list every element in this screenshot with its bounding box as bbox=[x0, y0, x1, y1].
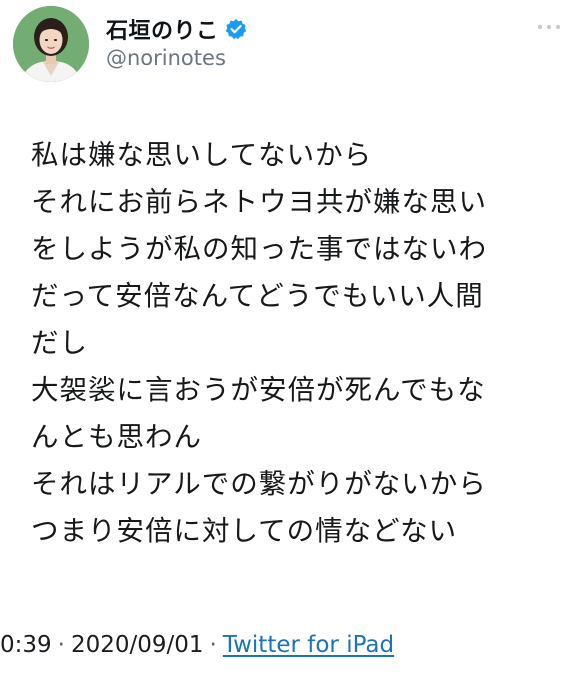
user-name-row[interactable]: 石垣のりこ bbox=[106, 14, 247, 44]
tweet-metadata: 0:39 · 2020/09/01 · Twitter for iPad bbox=[0, 632, 394, 658]
more-options-icon[interactable] bbox=[538, 22, 560, 32]
meta-separator: · bbox=[57, 632, 65, 658]
user-handle[interactable]: @norinotes bbox=[106, 46, 226, 70]
tweet-text: 私は嫌な思いしてないから それにお前らネトウヨ共が嫌な思い をしようが私の知った… bbox=[31, 132, 571, 555]
profile-photo bbox=[13, 6, 89, 82]
tweet-time[interactable]: 0:39 bbox=[0, 632, 52, 658]
tweet-text-line: だって安倍なんてどうでもいい人間 bbox=[31, 280, 484, 312]
more-dot bbox=[556, 25, 560, 29]
verified-badge-icon bbox=[225, 18, 247, 40]
more-dot bbox=[538, 25, 542, 29]
tweet-text-line: をしようが私の知った事ではないわ bbox=[31, 233, 487, 265]
tweet-text-line: んとも思わん bbox=[31, 421, 202, 453]
avatar[interactable] bbox=[13, 6, 89, 82]
tweet-text-line: それはリアルでの繋がりがないから bbox=[31, 468, 487, 500]
meta-separator: · bbox=[209, 632, 217, 658]
tweet-source-link[interactable]: Twitter for iPad bbox=[223, 632, 394, 658]
tweet-text-line: それにお前らネトウヨ共が嫌な思い bbox=[31, 186, 487, 218]
tweet-text-line: 大袈裟に言おうが安倍が死んでもな bbox=[31, 374, 486, 406]
display-name[interactable]: 石垣のりこ bbox=[106, 13, 219, 45]
tweet-card: 石垣のりこ @norinotes 私は嫌な思いしてないから それにお前らネトウヨ… bbox=[0, 0, 575, 680]
tweet-date[interactable]: 2020/09/01 bbox=[71, 632, 204, 658]
more-dot bbox=[547, 25, 551, 29]
tweet-text-line: 私は嫌な思いしてないから bbox=[31, 139, 373, 171]
tweet-text-line: だし bbox=[31, 327, 88, 359]
tweet-text-line: つまり安倍に対しての情などない bbox=[31, 515, 458, 547]
